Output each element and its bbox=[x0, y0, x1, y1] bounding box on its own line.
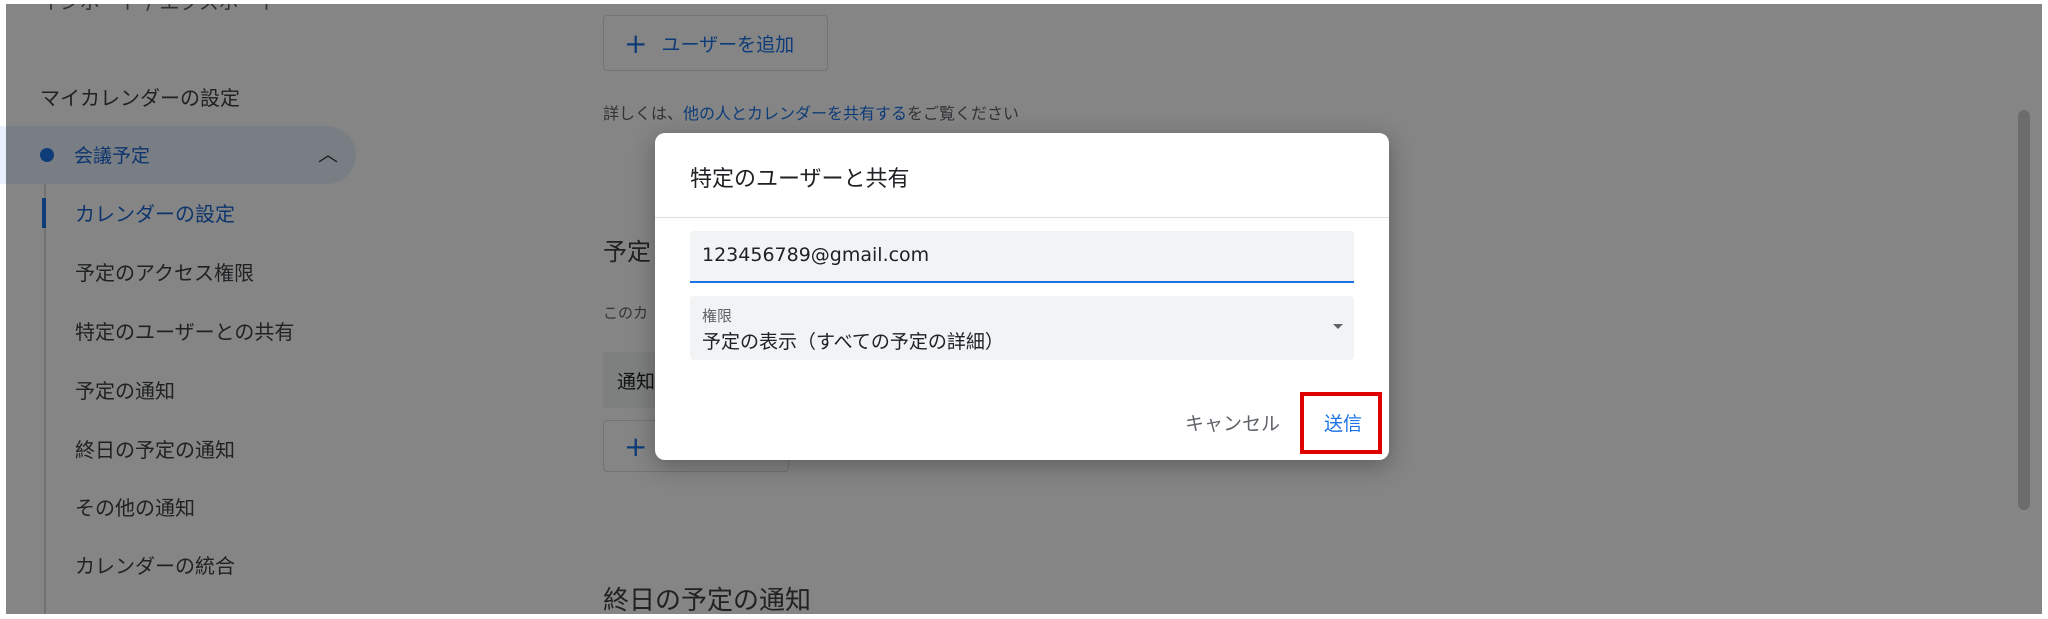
frame-edge-right bbox=[2042, 0, 2048, 619]
send-button[interactable]: 送信 bbox=[1324, 409, 1362, 436]
permission-label: 権限 bbox=[702, 307, 733, 325]
dialog-title: 特定のユーザーと共有 bbox=[690, 167, 910, 192]
permission-select[interactable]: 権限 予定の表示（すべての予定の詳細） bbox=[690, 296, 1354, 360]
frame-edge-bottom bbox=[0, 614, 2048, 619]
email-input[interactable]: 123456789@gmail.com bbox=[690, 231, 1354, 283]
calendar-settings-page: インポート / エクスポート マイカレンダーの設定 会議予定 ︿ カレンダーの設… bbox=[0, 0, 2048, 619]
dialog-divider bbox=[655, 217, 1389, 218]
share-dialog: 特定のユーザーと共有 123456789@gmail.com 権限 予定の表示（… bbox=[655, 133, 1389, 460]
permission-value: 予定の表示（すべての予定の詳細） bbox=[702, 331, 1004, 353]
email-input-value: 123456789@gmail.com bbox=[702, 244, 930, 266]
cancel-button[interactable]: キャンセル bbox=[1185, 409, 1280, 436]
dropdown-arrow-icon bbox=[1333, 324, 1343, 329]
